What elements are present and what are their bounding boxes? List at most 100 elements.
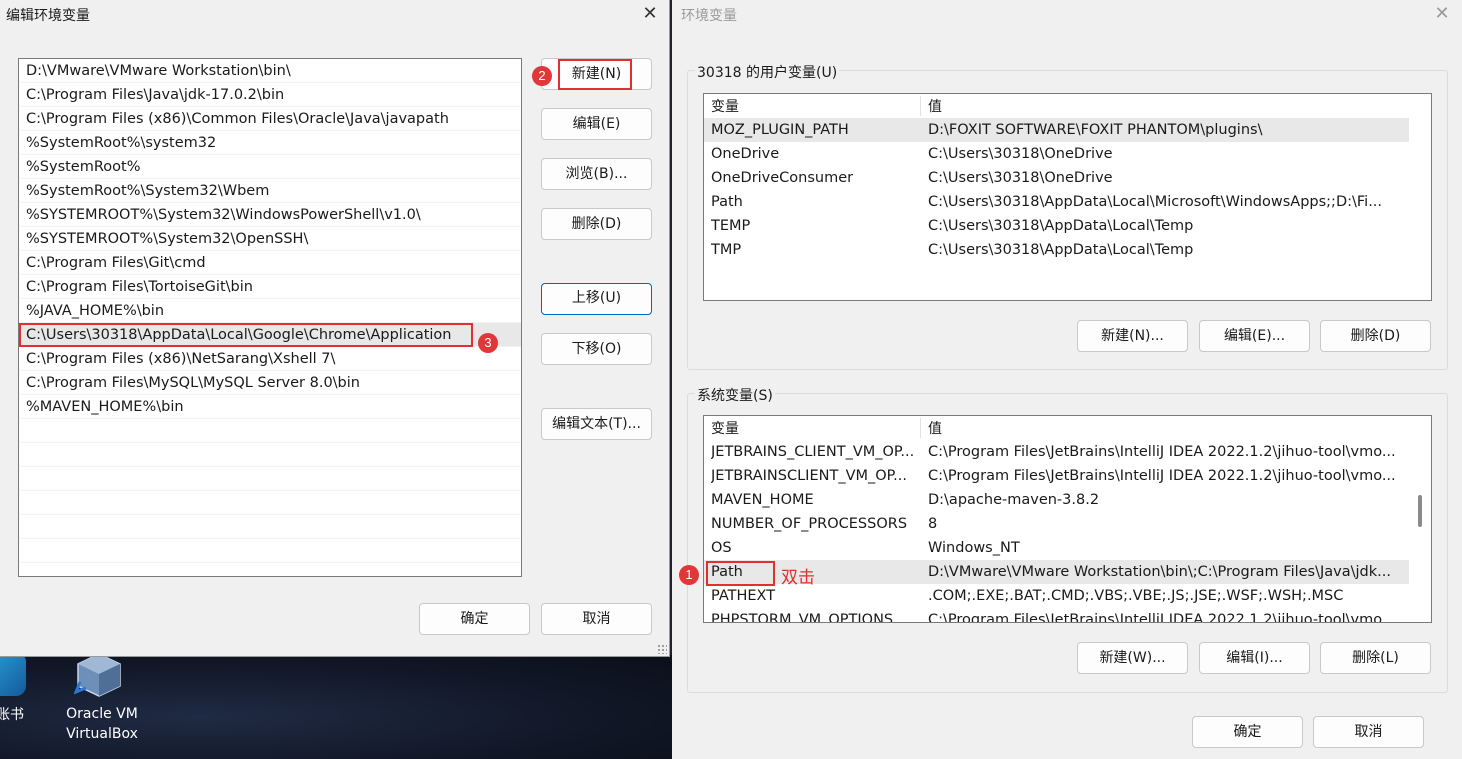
variable-row[interactable]: TEMP C:\Users\30318\AppData\Local\Temp	[704, 214, 1409, 238]
user-variables-table[interactable]: 变量 值 MOZ_PLUGIN_PATH D:\FOXIT SOFTWARE\FO…	[703, 93, 1432, 301]
variable-name: JETBRAINS_CLIENT_VM_OP...	[711, 444, 915, 460]
path-entry-row[interactable]: C:\Program Files (x86)\NetSarang\Xshell …	[19, 347, 521, 371]
path-entry-row[interactable]: %SYSTEMROOT%\System32\WindowsPowerShell\…	[19, 203, 521, 227]
annotation-step-2-badge: 2	[532, 66, 552, 86]
column-divider[interactable]	[920, 418, 921, 438]
desktop-app-label: 账书	[0, 707, 24, 723]
system-delete-button[interactable]: 删除(L)	[1320, 642, 1431, 674]
system-variables-label: 系统变量(S)	[695, 385, 775, 405]
column-divider[interactable]	[920, 96, 921, 116]
annotation-step-1-badge: 1	[679, 565, 699, 585]
virtualbox-label: Oracle VM VirtualBox	[66, 706, 138, 742]
system-variables-table[interactable]: 变量 值 JETBRAINS_CLIENT_VM_OP... C:\Program…	[703, 415, 1432, 623]
system-table-scrollbar[interactable]	[1409, 416, 1431, 622]
user-new-button[interactable]: 新建(N)...	[1077, 320, 1188, 352]
user-variables-label: 30318 的用户变量(U)	[695, 62, 840, 82]
user-edit-button[interactable]: 编辑(E)...	[1199, 320, 1310, 352]
variable-row[interactable]: Path C:\Users\30318\AppData\Local\Microso…	[704, 190, 1409, 214]
close-icon[interactable]: ✕	[1430, 3, 1454, 25]
variable-row[interactable]: OS Windows_NT	[704, 536, 1409, 560]
edit-text-button[interactable]: 编辑文本(T)...	[541, 408, 652, 440]
variable-value: 8	[928, 516, 938, 532]
path-entry-empty-row[interactable]	[19, 515, 521, 539]
variable-name: OneDrive	[711, 146, 780, 162]
variable-value: C:\Users\30318\AppData\Local\Microsoft\W…	[928, 194, 1383, 210]
annotation-double-click-text: 双击	[781, 568, 815, 588]
variable-name: JETBRAINSCLIENT_VM_OP...	[711, 468, 907, 484]
variable-name: Path	[711, 194, 743, 210]
column-header-variable[interactable]: 变量	[711, 94, 739, 120]
resize-grip-icon[interactable]	[657, 644, 667, 654]
virtualbox-icon[interactable]	[74, 652, 124, 698]
path-entry-row[interactable]: C:\Program Files (x86)\Common Files\Orac…	[19, 107, 521, 131]
user-delete-button[interactable]: 删除(D)	[1320, 320, 1431, 352]
path-entry-row[interactable]: C:\Program Files\Java\jdk-17.0.2\bin	[19, 83, 521, 107]
variable-name: OS	[711, 540, 732, 556]
cancel-button[interactable]: 取消	[1313, 716, 1424, 748]
scrollbar-thumb[interactable]	[1418, 495, 1422, 527]
annotation-step-3-badge: 3	[478, 333, 498, 353]
environment-variables-dialog: 环境变量 ✕ 30318 的用户变量(U) 变量 值 MOZ_PLUGIN_PA…	[672, 0, 1462, 759]
ok-button[interactable]: 确定	[419, 603, 530, 635]
move-up-button[interactable]: 上移(U)	[541, 283, 652, 315]
close-icon[interactable]: ✕	[638, 3, 662, 25]
column-header-value[interactable]: 值	[928, 416, 942, 442]
cancel-button[interactable]: 取消	[541, 603, 652, 635]
table-header: 变量 值	[704, 94, 1409, 118]
delete-button[interactable]: 删除(D)	[541, 208, 652, 240]
table-header: 变量 值	[704, 416, 1409, 440]
user-table-scrollbar[interactable]	[1409, 94, 1431, 300]
variable-row[interactable]: PHPSTORM_VM_OPTIONS C:\Program Files\JetB…	[704, 608, 1409, 623]
variable-name: TEMP	[711, 218, 751, 234]
path-entry-row[interactable]: %MAVEN_HOME%\bin	[19, 395, 521, 419]
desktop-app-icon[interactable]	[0, 652, 26, 696]
path-entry-row[interactable]: D:\VMware\VMware Workstation\bin\	[19, 59, 521, 83]
path-entry-row[interactable]: %SystemRoot%\system32	[19, 131, 521, 155]
variable-row[interactable]: MOZ_PLUGIN_PATH D:\FOXIT SOFTWARE\FOXIT P…	[704, 118, 1409, 142]
variable-row[interactable]: MAVEN_HOME D:\apache-maven-3.8.2	[704, 488, 1409, 512]
variable-row[interactable]: JETBRAINSCLIENT_VM_OP... C:\Program Files…	[704, 464, 1409, 488]
system-edit-button[interactable]: 编辑(I)...	[1199, 642, 1310, 674]
column-header-variable[interactable]: 变量	[711, 416, 739, 442]
variable-row[interactable]: OneDrive C:\Users\30318\OneDrive	[704, 142, 1409, 166]
dialog-titlebar: 环境变量 ✕	[672, 0, 1462, 30]
variable-value: D:\FOXIT SOFTWARE\FOXIT PHANTOM\plugins\	[928, 122, 1263, 138]
path-entry-row[interactable]: %JAVA_HOME%\bin	[19, 299, 521, 323]
variable-name: NUMBER_OF_PROCESSORS	[711, 516, 908, 532]
path-entry-row[interactable]: %SystemRoot%	[19, 155, 521, 179]
variable-name: OneDriveConsumer	[711, 170, 854, 186]
path-entry-row[interactable]: C:\Program Files\Git\cmd	[19, 251, 521, 275]
system-new-button[interactable]: 新建(W)...	[1077, 642, 1188, 674]
variable-row[interactable]: OneDriveConsumer C:\Users\30318\OneDrive	[704, 166, 1409, 190]
path-entries-list[interactable]: D:\VMware\VMware Workstation\bin\ C:\Prog…	[18, 58, 522, 577]
path-entry-empty-row[interactable]	[19, 419, 521, 443]
variable-name: PHPSTORM_VM_OPTIONS	[711, 612, 894, 623]
variable-value: C:\Program Files\JetBrains\IntelliJ IDEA…	[928, 468, 1396, 484]
variable-row[interactable]: JETBRAINS_CLIENT_VM_OP... C:\Program File…	[704, 440, 1409, 464]
dialog-title: 编辑环境变量	[6, 8, 90, 24]
edit-button[interactable]: 编辑(E)	[541, 108, 652, 140]
path-entry-empty-row[interactable]	[19, 467, 521, 491]
variable-name: MAVEN_HOME	[711, 492, 814, 508]
path-entry-row[interactable]: C:\Program Files\TortoiseGit\bin	[19, 275, 521, 299]
path-entry-row[interactable]: C:\Users\30318\AppData\Local\Google\Chro…	[19, 323, 521, 347]
move-down-button[interactable]: 下移(O)	[541, 333, 652, 365]
ok-button[interactable]: 确定	[1192, 716, 1303, 748]
variable-row[interactable]: TMP C:\Users\30318\AppData\Local\Temp	[704, 238, 1409, 262]
variable-value: C:\Program Files\JetBrains\IntelliJ IDEA…	[928, 612, 1396, 623]
path-entry-empty-row[interactable]	[19, 491, 521, 515]
edit-env-var-dialog: 编辑环境变量 ✕ D:\VMware\VMware Workstation\bi…	[0, 0, 670, 657]
variable-value: C:\Users\30318\OneDrive	[928, 170, 1113, 186]
browse-button[interactable]: 浏览(B)...	[541, 158, 652, 190]
column-header-value[interactable]: 值	[928, 94, 942, 120]
variable-name: MOZ_PLUGIN_PATH	[711, 122, 849, 138]
path-entry-empty-row[interactable]	[19, 443, 521, 467]
path-entry-row[interactable]: %SystemRoot%\System32\Wbem	[19, 179, 521, 203]
new-button[interactable]: 新建(N)	[541, 58, 652, 90]
path-entry-row[interactable]: %SYSTEMROOT%\System32\OpenSSH\	[19, 227, 521, 251]
path-entry-row[interactable]: C:\Program Files\MySQL\MySQL Server 8.0\…	[19, 371, 521, 395]
variable-row[interactable]: NUMBER_OF_PROCESSORS 8	[704, 512, 1409, 536]
path-entry-empty-row[interactable]	[19, 539, 521, 563]
variable-value: C:\Users\30318\OneDrive	[928, 146, 1113, 162]
dialog-title: 环境变量	[681, 8, 737, 24]
